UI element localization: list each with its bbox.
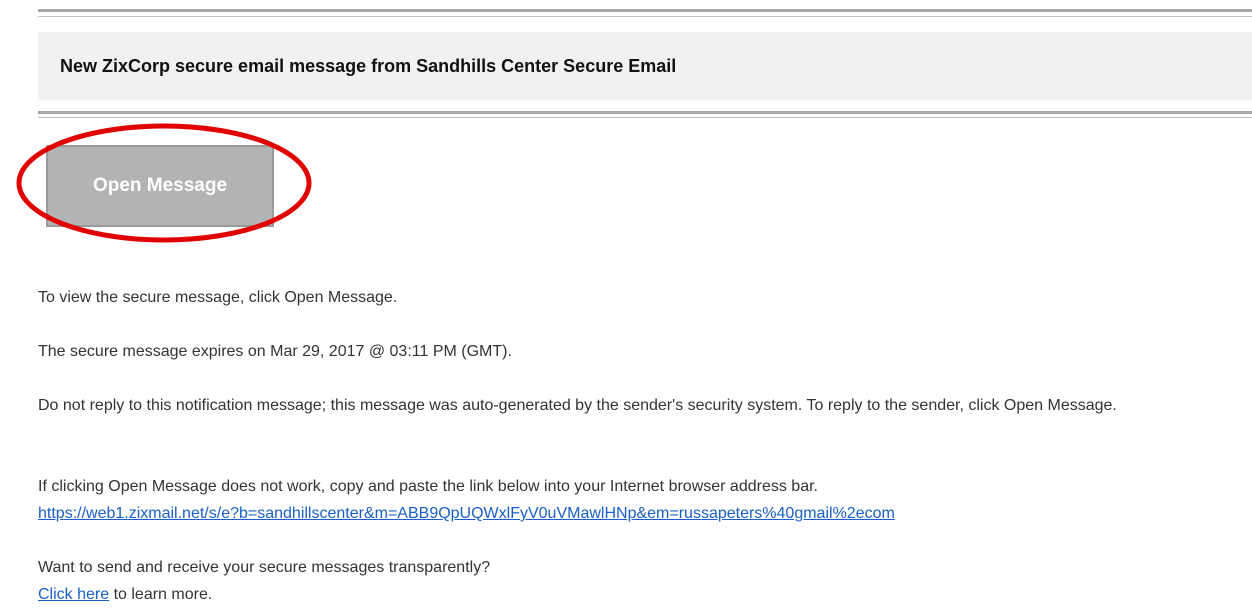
header-bottom-divider-thin xyxy=(38,117,1252,118)
secure-message-link[interactable]: https://web1.zixmail.net/s/e?b=sandhills… xyxy=(38,505,895,522)
transparent-text: Want to send and receive your secure mes… xyxy=(38,559,491,576)
message-header: New ZixCorp secure email message from Sa… xyxy=(38,32,1252,100)
learn-more-section: Want to send and receive your secure mes… xyxy=(38,554,1248,608)
top-divider xyxy=(38,9,1252,12)
instruction-view: To view the secure message, click Open M… xyxy=(38,289,398,306)
no-reply-notice: Do not reply to this notification messag… xyxy=(38,397,1117,414)
open-message-button[interactable]: Open Message xyxy=(46,145,274,227)
learn-more-text: to learn more. xyxy=(109,586,213,603)
message-title: New ZixCorp secure email message from Sa… xyxy=(60,55,677,76)
header-bottom-divider xyxy=(38,111,1252,114)
copy-link-notice: If clicking Open Message does not work, … xyxy=(38,473,1248,527)
learn-more-line: Click here to learn more. xyxy=(38,581,1248,608)
click-here-link[interactable]: Click here xyxy=(38,586,109,603)
expiry-notice: The secure message expires on Mar 29, 20… xyxy=(38,343,512,360)
copy-link-text: If clicking Open Message does not work, … xyxy=(38,478,818,495)
top-divider-thin xyxy=(38,16,1252,17)
